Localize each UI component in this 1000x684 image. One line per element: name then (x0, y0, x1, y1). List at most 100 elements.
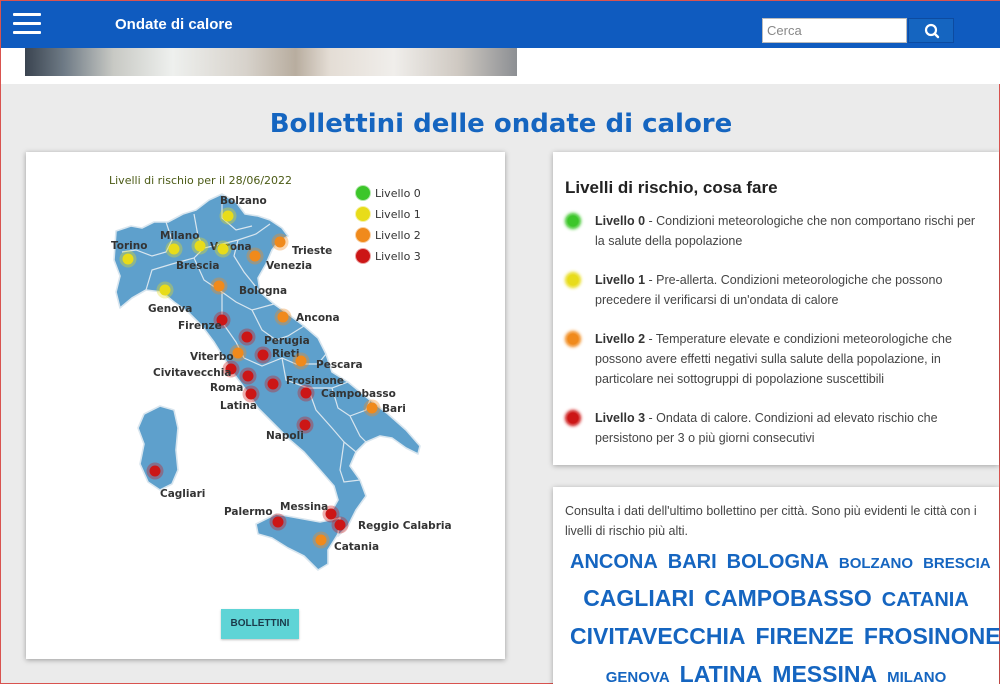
green-dot-icon (565, 213, 581, 229)
city-marker[interactable] (242, 370, 254, 382)
city-marker[interactable] (149, 465, 161, 477)
city-cloud-card: Consulta i dati dell'ultimo bollettino p… (553, 487, 1000, 684)
city-link[interactable]: BARI (668, 551, 717, 573)
yellow-dot-icon (565, 272, 581, 288)
city-label[interactable]: Bolzano (220, 195, 267, 207)
city-marker[interactable] (277, 311, 289, 323)
page-title: Bollettini delle ondate di calore (269, 109, 733, 139)
map-legend: Livello 0 Livello 1 Livello 2 Livello 3 (355, 185, 421, 264)
legend-dot-icon (355, 206, 371, 222)
city-label[interactable]: Genova (148, 303, 192, 315)
city-label[interactable]: Civitavecchia (153, 367, 231, 379)
city-label[interactable]: Venezia (266, 260, 312, 272)
city-marker[interactable] (241, 331, 253, 343)
city-marker[interactable] (272, 516, 284, 528)
city-label[interactable]: Palermo (224, 506, 273, 518)
city-marker[interactable] (366, 402, 378, 414)
city-marker[interactable] (232, 347, 244, 359)
city-marker[interactable] (274, 236, 286, 248)
city-link[interactable]: CAGLIARI (583, 585, 694, 611)
city-label[interactable]: Latina (220, 400, 257, 412)
bollettini-button[interactable]: BOLLETTINI (221, 609, 299, 639)
city-link[interactable]: CAMPOBASSO (704, 585, 871, 611)
city-link[interactable]: BOLOGNA (727, 551, 829, 573)
city-label[interactable]: Ancona (296, 312, 340, 324)
city-link[interactable]: GENOVA (606, 669, 670, 684)
city-marker[interactable] (315, 534, 327, 546)
city-label[interactable]: Bari (382, 403, 406, 415)
city-marker[interactable] (159, 284, 171, 296)
city-link[interactable]: BRESCIA (923, 555, 991, 572)
legend-dot-icon (355, 185, 371, 201)
city-link[interactable]: BOLZANO (839, 555, 913, 572)
city-marker[interactable] (295, 355, 307, 367)
city-link[interactable]: CIVITAVECCHIA (570, 623, 746, 649)
city-label[interactable]: Brescia (176, 260, 219, 272)
city-label[interactable]: Catania (334, 541, 379, 553)
city-link[interactable]: LATINA (680, 661, 763, 684)
city-link[interactable]: FROSINONE (864, 623, 1000, 649)
city-cloud-row: CAGLIARI CAMPOBASSO CATANIA (565, 581, 987, 619)
city-cloud-intro: Consulta i dati dell'ultimo bollettino p… (565, 504, 977, 538)
hamburger-menu-icon[interactable] (13, 13, 41, 35)
site-title[interactable]: Ondate di calore (115, 16, 233, 33)
city-marker[interactable] (257, 349, 269, 361)
level-label: Livello 0 (595, 214, 646, 228)
level-text: - Pre-allerta. Condizioni meteorologiche… (595, 273, 943, 307)
level-label: Livello 3 (595, 411, 646, 425)
city-label[interactable]: Napoli (266, 430, 304, 442)
city-label[interactable]: Reggio Calabria (358, 520, 452, 532)
city-marker[interactable] (334, 519, 346, 531)
city-link[interactable]: MILANO (887, 669, 946, 684)
level-text: - Ondata di calore. Condizioni ad elevat… (595, 411, 938, 445)
city-label[interactable]: Milano (160, 230, 199, 242)
level-3-description: Livello 3 - Ondata di calore. Condizioni… (565, 408, 987, 448)
city-label[interactable]: Viterbo (190, 351, 234, 363)
legend-dot-icon (355, 227, 371, 243)
city-label[interactable]: Firenze (178, 320, 222, 332)
legend-label: Livello 0 (375, 187, 421, 200)
city-link[interactable]: ANCONA (570, 551, 658, 573)
city-tag-cloud: ANCONA BARI BOLOGNA BOLZANO BRESCIA CAGLIARI C… (565, 545, 1000, 684)
city-label[interactable]: Perugia (264, 335, 310, 347)
city-marker[interactable] (168, 243, 180, 255)
orange-dot-icon (565, 331, 581, 347)
city-label[interactable]: Trieste (292, 245, 332, 257)
city-label[interactable]: Frosinone (286, 375, 344, 387)
risk-map-card: Livello 0 Livello 1 Livello 2 Livello 3 Bol… (26, 152, 505, 659)
city-marker[interactable] (194, 240, 206, 252)
city-label[interactable]: Campobasso (321, 388, 396, 400)
city-marker[interactable] (249, 250, 261, 262)
city-marker[interactable] (299, 419, 311, 431)
risk-levels-info-card: Livelli di rischio, cosa fare Livello 0 … (553, 152, 999, 465)
city-link[interactable]: FIRENZE (756, 623, 854, 649)
level-label: Livello 2 (595, 332, 646, 346)
city-label[interactable]: Torino (111, 240, 147, 252)
city-link[interactable]: MESSINA (772, 661, 877, 684)
italy-risk-map: Livello 0 Livello 1 Livello 2 Livello 3 Bol… (109, 174, 452, 571)
level-0-description: Livello 0 - Condizioni meteorologiche ch… (565, 211, 987, 251)
city-marker[interactable] (267, 378, 279, 390)
city-label[interactable]: Roma (210, 382, 243, 394)
city-label[interactable]: Cagliari (160, 488, 205, 500)
hero-image (25, 48, 517, 76)
search-input[interactable] (762, 18, 907, 43)
legend-label: Livello 3 (375, 250, 421, 263)
city-marker[interactable] (122, 253, 134, 265)
level-text: - Temperature elevate e condizioni meteo… (595, 332, 952, 386)
city-marker[interactable] (222, 210, 234, 222)
city-label[interactable]: Bologna (239, 285, 287, 297)
city-marker[interactable] (300, 387, 312, 399)
search-button[interactable] (908, 18, 954, 43)
city-marker[interactable] (217, 243, 229, 255)
legend-label: Livello 1 (375, 208, 421, 221)
level-2-description: Livello 2 - Temperature elevate e condiz… (565, 329, 987, 389)
city-marker[interactable] (245, 388, 257, 400)
city-label[interactable]: Pescara (316, 359, 363, 371)
city-label[interactable]: Messina (280, 501, 328, 513)
level-text: - Condizioni meteorologiche che non comp… (595, 214, 976, 248)
city-link[interactable]: CATANIA (882, 589, 969, 611)
city-cloud-row: CIVITAVECCHIA FIRENZE FROSINONE (565, 619, 1000, 657)
city-marker[interactable] (213, 280, 225, 292)
map-subtitle: Livelli di rischio per il 28/06/2022 (109, 174, 292, 187)
